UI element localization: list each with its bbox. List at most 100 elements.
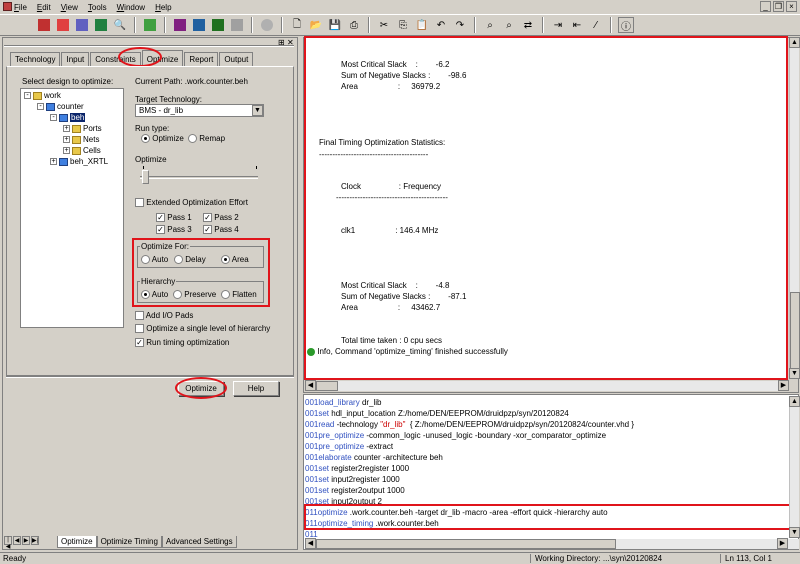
command-vertical-scrollbar[interactable]: ▲ ▼	[789, 396, 800, 538]
restore-icon[interactable]: ❐	[773, 1, 784, 12]
menu-edit[interactable]: Edit	[37, 3, 51, 12]
minimize-icon[interactable]: _	[760, 1, 771, 12]
chevron-down-icon[interactable]: ▼	[252, 105, 263, 116]
comment-icon[interactable]: ⁄	[588, 17, 604, 33]
radio-icon[interactable]	[188, 134, 197, 144]
redo-icon[interactable]: ↷	[452, 17, 468, 33]
optimize-slider-thumb[interactable]	[142, 170, 149, 184]
menu-window[interactable]: Window	[117, 3, 145, 12]
command-line[interactable]: 001set register2register 1000	[305, 464, 409, 473]
zoom-icon[interactable]: 🔍	[112, 17, 128, 33]
radio-icon[interactable]	[221, 255, 230, 265]
checkbox-checked-icon[interactable]: ✓	[135, 338, 144, 348]
tab-output[interactable]: Output	[219, 52, 254, 66]
checkbox-checked-icon[interactable]: ✓	[156, 225, 165, 235]
command-line[interactable]: 001pre_optimize -common_logic -unused_lo…	[305, 431, 606, 440]
radio-icon[interactable]	[173, 290, 182, 300]
command-line[interactable]: 001pre_optimize -extract	[305, 442, 393, 451]
radio-icon[interactable]	[141, 255, 150, 265]
find-icon[interactable]: ⌕	[482, 17, 498, 33]
command-line[interactable]: 001read -technology "dr_lib" { Z:/home/D…	[305, 420, 634, 429]
tab-advanced-settings[interactable]: Advanced Settings	[161, 536, 237, 548]
info-icon[interactable]: ⓘ	[618, 17, 634, 33]
run-icon[interactable]	[142, 17, 158, 33]
pass-2[interactable]: ✓ Pass 2	[203, 213, 239, 223]
hierarchy-preserve[interactable]: Preserve	[173, 290, 216, 300]
checkbox-checked-icon[interactable]: ✓	[203, 213, 212, 223]
gate-icon[interactable]	[191, 17, 207, 33]
checkbox-icon[interactable]	[135, 311, 144, 321]
chip-icon[interactable]	[172, 17, 188, 33]
report-icon[interactable]	[74, 17, 90, 33]
analyze-icon[interactable]	[55, 17, 71, 33]
tree-item-beh-xrtl[interactable]: + beh_XRTL	[50, 157, 108, 166]
run-timing[interactable]: ✓ Run timing optimization	[135, 338, 229, 348]
help-button[interactable]: Help	[233, 381, 279, 396]
scroll-right-icon[interactable]: ▶	[778, 380, 789, 391]
paste-icon[interactable]: 📋	[414, 17, 430, 33]
undo-icon[interactable]: ↶	[433, 17, 449, 33]
collapse-icon[interactable]: -	[50, 114, 57, 121]
tab-report[interactable]: Report	[184, 52, 219, 66]
first-tab-icon[interactable]: |◀	[4, 536, 12, 550]
tree-item-work[interactable]: - work	[24, 91, 61, 100]
checkbox-icon[interactable]	[135, 324, 144, 334]
extended-effort[interactable]: Extended Optimization Effort	[135, 198, 248, 208]
close-icon[interactable]: ×	[786, 1, 797, 12]
radio-icon[interactable]	[174, 255, 183, 265]
collapse-icon[interactable]: -	[37, 103, 44, 110]
prev-tab-icon[interactable]: ◀	[13, 536, 21, 545]
tab-optimize-timing[interactable]: Optimize Timing	[96, 536, 162, 548]
optimize-slider-track[interactable]	[140, 176, 258, 179]
console-horizontal-scrollbar[interactable]: ◀ ▶	[305, 380, 789, 391]
tree-item-cells[interactable]: + Cells	[63, 146, 101, 155]
scroll-right-icon[interactable]: ▶	[777, 538, 788, 549]
expand-icon[interactable]: +	[63, 147, 70, 154]
menu-view[interactable]: View	[61, 3, 78, 12]
new-file-icon[interactable]: 🗋	[289, 17, 305, 33]
cut-icon[interactable]: ✂	[376, 17, 392, 33]
expand-icon[interactable]: +	[63, 125, 70, 132]
collapse-icon[interactable]: -	[24, 92, 31, 99]
console-vertical-scrollbar[interactable]: ▲ ▼	[789, 37, 800, 379]
wave-icon[interactable]	[210, 17, 226, 33]
tab-optimize-bottom[interactable]: Optimize	[57, 536, 97, 548]
command-line[interactable]: 001load_library dr_lib	[305, 398, 382, 407]
command-horizontal-scrollbar[interactable]: ◀ ▶	[305, 538, 799, 549]
scroll-left-icon[interactable]: ◀	[305, 538, 316, 549]
scroll-down-icon[interactable]: ▼	[789, 368, 800, 379]
tree-item-nets[interactable]: + Nets	[63, 135, 99, 144]
print-icon[interactable]: ⎙	[346, 17, 362, 33]
open-folder-icon[interactable]: 📂	[308, 17, 324, 33]
stop-icon[interactable]	[259, 17, 275, 33]
schematic-icon[interactable]	[93, 17, 109, 33]
tree-item-ports[interactable]: + Ports	[63, 124, 102, 133]
menu-help[interactable]: Help	[155, 3, 171, 12]
command-line[interactable]: 001set input2register 1000	[305, 475, 400, 484]
run-type-remap[interactable]: Remap	[188, 134, 225, 144]
scroll-up-icon[interactable]: ▲	[789, 396, 800, 407]
command-line[interactable]: 001set register2output 1000	[305, 486, 405, 495]
command-line[interactable]: 001set hdl_input_location Z:/home/DEN/EE…	[305, 409, 569, 418]
pass-1[interactable]: ✓ Pass 1	[156, 213, 192, 223]
menu-tools[interactable]: Tools	[88, 3, 107, 12]
expand-icon[interactable]: +	[50, 158, 57, 165]
add-io-pads[interactable]: Add I/O Pads	[135, 311, 193, 321]
checkbox-checked-icon[interactable]: ✓	[156, 213, 165, 223]
next-tab-icon[interactable]: ▶	[22, 536, 30, 545]
optimize-for-delay[interactable]: Delay	[174, 255, 206, 265]
copy-icon[interactable]: ⎘	[395, 17, 411, 33]
command-line[interactable]: 001elaborate counter -architecture beh	[305, 453, 443, 462]
menu-file[interactable]: File	[14, 3, 27, 12]
hierarchy-auto[interactable]: Auto	[141, 290, 168, 300]
hscroll-thumb[interactable]	[316, 539, 616, 549]
tab-input[interactable]: Input	[61, 52, 90, 66]
save-icon[interactable]: 💾	[327, 17, 343, 33]
tree-item-counter[interactable]: - counter	[37, 102, 84, 111]
hierarchy-flatten[interactable]: Flatten	[221, 290, 257, 300]
outdent-icon[interactable]: ⇤	[569, 17, 585, 33]
replace-icon[interactable]: ⇄	[520, 17, 536, 33]
radio-icon[interactable]	[221, 290, 230, 300]
design-icon[interactable]	[36, 17, 52, 33]
pass-3[interactable]: ✓ Pass 3	[156, 225, 192, 235]
